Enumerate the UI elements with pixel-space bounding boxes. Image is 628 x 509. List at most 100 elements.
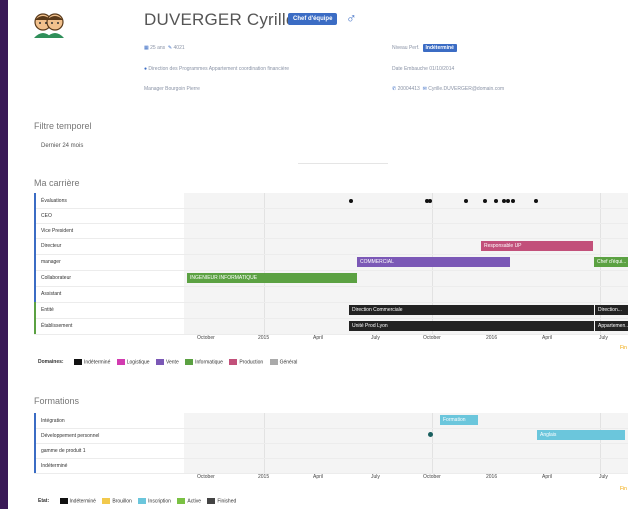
legend-swatch — [155, 359, 164, 365]
axis-label: 2016 — [486, 474, 498, 480]
performance-level: Niveau Perf. Indéterminé — [392, 44, 457, 52]
bar-direction[interactable]: Direction... — [595, 305, 628, 315]
career-row-assistant: Assistant — [34, 286, 628, 303]
axis-label: July — [371, 335, 380, 341]
direction-text: Direction des Programmes Appartement coo… — [148, 66, 290, 72]
row-marker — [34, 443, 36, 458]
phone-icon: ✆ — [392, 86, 397, 92]
contact-info: ✆ 20004413 ✉ Cyrille.DUVERGER@domain.com — [392, 86, 504, 92]
legend-item: Finished — [217, 498, 237, 505]
axis-label: October — [197, 474, 215, 480]
formations-legend: Etat: Indéterminé Brouillon Inscription … — [38, 498, 236, 504]
axis-label: April — [542, 335, 553, 341]
evaluation-dot[interactable] — [534, 199, 538, 203]
axis-label: July — [599, 474, 608, 480]
axis-label: July — [599, 335, 608, 341]
legend-item: Brouillon — [112, 498, 132, 505]
phone-number[interactable]: 20004413 — [398, 86, 420, 92]
bar-responsable-up[interactable]: Responsable UP — [481, 241, 593, 251]
filter-value[interactable]: Dernier 24 mois — [41, 143, 83, 149]
formation-milestone[interactable] — [428, 432, 433, 437]
row-label: Indéterminé — [41, 463, 68, 469]
legend-swatch — [229, 359, 238, 365]
legend-item: Indéterminé — [83, 359, 111, 366]
formations-title: Formations — [34, 396, 80, 406]
evaluation-dot[interactable] — [506, 199, 510, 203]
career-gantt: Évaluations CEO Vice President Directeur… — [34, 193, 628, 343]
legend-item: Active — [187, 498, 201, 505]
legend-title: Domaines: — [38, 359, 64, 366]
legend-swatch — [207, 498, 216, 504]
row-label: Collaborateur — [41, 275, 72, 281]
legend-swatch — [116, 359, 125, 365]
evaluation-dot[interactable] — [483, 199, 487, 203]
formations-gantt: Intégration Développement personnel gamm… — [34, 413, 628, 493]
legend-swatch — [269, 359, 278, 365]
bar-direction-commerciale[interactable]: Direction Commerciale — [349, 305, 594, 315]
row-marker — [34, 302, 36, 318]
app-sidebar — [0, 0, 8, 509]
male-gender-icon: ♂ — [346, 10, 357, 26]
row-label: Assistant — [41, 291, 62, 297]
legend-swatch — [59, 498, 68, 504]
evaluation-dot[interactable] — [349, 199, 353, 203]
career-row-manager: manager — [34, 254, 628, 271]
row-label: Intégration — [41, 418, 65, 424]
niveau-label: Niveau Perf. — [392, 45, 420, 51]
row-label: Directeur — [41, 243, 62, 249]
group-avatar-icon — [34, 13, 64, 38]
evaluation-dot[interactable] — [428, 199, 432, 203]
row-marker — [34, 223, 36, 238]
axis-label: April — [542, 474, 553, 480]
email-address[interactable]: Cyrille.DUVERGER@domain.com — [428, 86, 504, 92]
bar-appartement[interactable]: Appartemen... — [595, 321, 628, 331]
row-marker — [34, 254, 36, 270]
bar-formation-integration[interactable]: Formation — [440, 415, 478, 425]
end-label: Fin — [620, 345, 627, 351]
formation-row-gamme: gamme de produit 1 — [34, 443, 628, 459]
row-label: Évaluations — [41, 198, 67, 204]
email-icon: ✉ — [422, 86, 427, 92]
row-marker — [34, 458, 36, 473]
row-marker — [34, 318, 36, 334]
row-label: Vice President — [41, 228, 74, 234]
evaluation-dot[interactable] — [511, 199, 515, 203]
direction-info: ● Direction des Programmes Appartement c… — [144, 66, 289, 72]
legend-title: Etat: — [38, 498, 50, 505]
age-and-id: ▦ 25 ans ✎ 4021 — [144, 45, 185, 51]
bar-unite-prod-lyon[interactable]: Unité Prod Lyon — [349, 321, 594, 331]
career-row-ceo: CEO — [34, 208, 628, 224]
legend-swatch — [138, 498, 147, 504]
axis-label: October — [423, 335, 441, 341]
formation-row-indetermine: Indéterminé — [34, 458, 628, 474]
axis-label: 2016 — [486, 335, 498, 341]
axis-label: 2015 — [258, 474, 270, 480]
bar-formation-anglais[interactable]: Anglais — [537, 430, 625, 440]
bar-ingenieur-informatique[interactable]: INGENIEUR INFORMATIQUE — [187, 273, 357, 283]
axis-label: July — [371, 474, 380, 480]
divider — [298, 163, 388, 164]
career-row-vp: Vice President — [34, 223, 628, 239]
axis-label: 2015 — [258, 335, 270, 341]
evaluation-dot[interactable] — [464, 199, 468, 203]
employee-age: 25 ans — [150, 45, 166, 51]
legend-item: Indéterminé — [69, 498, 96, 505]
row-label: Entité — [41, 307, 54, 313]
legend-item: Vente — [165, 359, 179, 366]
evaluation-dot[interactable] — [494, 199, 498, 203]
career-legend: Domaines: Indéterminé Logistique Vente I… — [38, 359, 297, 365]
bar-chef-equipe[interactable]: Chef d'équi... — [594, 257, 628, 267]
role-badge: Chef d'équipe — [288, 13, 338, 25]
row-marker — [34, 238, 36, 254]
legend-item: Logistique — [126, 359, 150, 366]
map-marker-icon: ● — [144, 66, 148, 72]
employee-name: DUVERGER Cyrille — [144, 10, 296, 29]
legend-item: Général — [279, 359, 298, 366]
bar-commercial[interactable]: COMMERCIAL — [357, 257, 510, 267]
row-label: CEO — [41, 213, 52, 219]
career-title: Ma carrière — [34, 178, 80, 188]
row-marker — [34, 428, 36, 443]
axis-label: October — [423, 474, 441, 480]
filter-title: Filtre temporel — [34, 121, 92, 131]
axis-label: April — [313, 474, 324, 480]
